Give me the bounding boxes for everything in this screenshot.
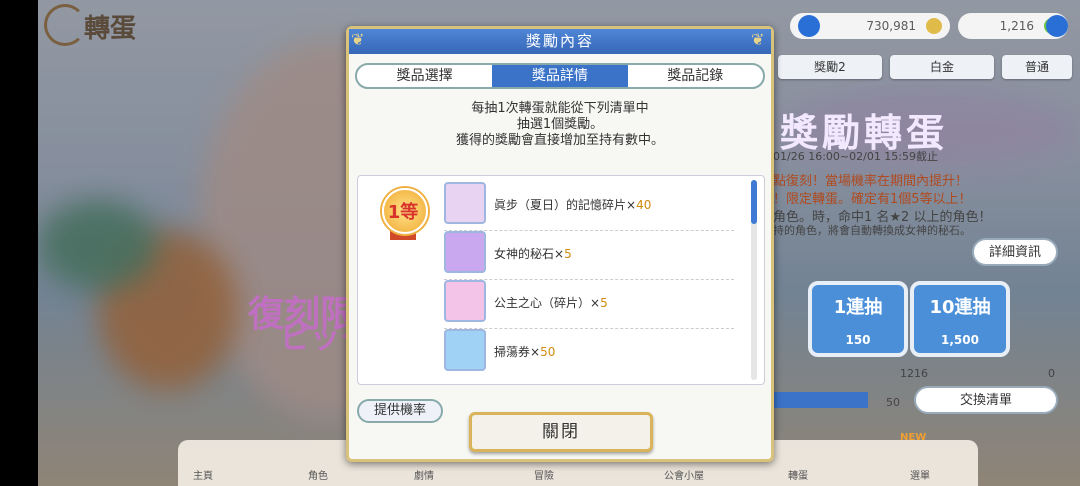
jewel-add-button[interactable] xyxy=(1046,15,1068,37)
nav-home[interactable]: 主頁 xyxy=(193,467,213,482)
item-qty: 50 xyxy=(540,345,556,359)
banner-tab-reward2[interactable]: 獎勵2 xyxy=(778,55,882,79)
description-line-3: 獲得的獎勵會直接增加至持有數中。 xyxy=(455,133,664,148)
info-line-4: 持的角色，將會自動轉換成女神的秘石。 xyxy=(773,224,971,237)
exchange-list-button[interactable]: 交換清單 xyxy=(914,386,1058,414)
item-name: 女神的秘石 xyxy=(494,247,555,261)
item-qty: 5 xyxy=(564,247,572,261)
nav-guild-house[interactable]: 公會小屋 xyxy=(664,467,704,482)
new-badge: NEW xyxy=(900,432,927,443)
item-qty: 5 xyxy=(600,296,608,310)
jewel-value: 1,216 xyxy=(999,19,1034,33)
list-item: 女神的秘石×5 xyxy=(444,231,744,280)
gauge-bar xyxy=(773,392,868,408)
gacha-logo-icon xyxy=(44,4,86,46)
item-label: 掃蕩券×50 xyxy=(494,343,555,360)
item-label: 公主之心（碎片）×5 xyxy=(494,294,608,311)
nav-adventure[interactable]: 冒險 xyxy=(534,467,554,482)
ornament-right-icon: ❦ xyxy=(751,30,765,49)
scrollbar-thumb[interactable] xyxy=(751,180,757,224)
memory-shard-icon xyxy=(444,182,486,224)
rank-1-badge: 1等 xyxy=(376,182,430,240)
info-line-2: ！限定轉蛋。確定有1個5等以上！ xyxy=(773,192,972,207)
banner-tab-platinum[interactable]: 白金 xyxy=(890,55,994,79)
close-button[interactable]: 關閉 xyxy=(469,412,653,452)
list-scrollbar[interactable] xyxy=(751,180,757,380)
jewel-stock: 1216 xyxy=(900,367,928,380)
item-name: 眞步（夏日）的記憶碎片 xyxy=(494,198,627,212)
tab-prize-details[interactable]: 獎品詳情 xyxy=(492,65,628,87)
draw-10-button[interactable]: 10連抽 1,500 xyxy=(910,281,1010,357)
divine-amulet-icon xyxy=(444,231,486,273)
list-item: 眞步（夏日）的記憶碎片×40 xyxy=(444,182,744,231)
dialog-title: 獎勵內容 xyxy=(525,32,594,50)
nav-gacha[interactable]: 轉蛋 xyxy=(788,467,808,482)
item-name: 掃蕩券 xyxy=(494,345,531,359)
screen-title: 轉蛋 xyxy=(84,14,137,44)
info-line-1: 點復刻！當場機率在期間內提升！ xyxy=(773,174,969,189)
sweep-ticket-icon xyxy=(444,329,486,371)
detail-info-button[interactable]: 詳細資訊 xyxy=(972,238,1058,266)
gauge-value: 50 xyxy=(886,396,900,409)
coin-value: 730,981 xyxy=(866,19,916,33)
list-item: 公主之心（碎片）×5 xyxy=(444,280,744,329)
reward-dialog: 獎勵內容 ❦ ❦ 獎品選擇 獎品詳情 獎品記錄 每抽1次轉蛋就能從下列清單中 抽… xyxy=(346,26,774,462)
dialog-description: 每抽1次轉蛋就能從下列清單中 抽選1個獎勵。 獲得的獎勵會直接增加至持有數中。 xyxy=(349,101,771,149)
item-times: × xyxy=(554,247,565,261)
item-label: 眞步（夏日）的記憶碎片×40 xyxy=(494,196,651,213)
coin-add-button[interactable] xyxy=(798,15,820,37)
princess-heart-icon xyxy=(444,280,486,322)
nav-story[interactable]: 劇情 xyxy=(414,467,434,482)
item-label: 女神的秘石×5 xyxy=(494,245,572,262)
banner-tab-normal[interactable]: 普通 xyxy=(1002,55,1072,79)
item-times: × xyxy=(590,296,601,310)
draw-10-label: 10連抽 xyxy=(929,297,991,318)
tab-prize-history[interactable]: 獎品記錄 xyxy=(628,65,763,87)
item-times: × xyxy=(626,198,637,212)
stock-zero: 0 xyxy=(1048,367,1055,380)
coin-icon xyxy=(926,18,942,34)
dialog-tabs: 獎品選擇 獎品詳情 獎品記錄 xyxy=(355,63,765,89)
draw-1-label: 1連抽 xyxy=(833,297,883,318)
item-times: × xyxy=(530,345,541,359)
draw-1-button[interactable]: 1連抽 150 xyxy=(808,281,908,357)
description-line-2: 抽選1個獎勵。 xyxy=(516,117,604,132)
provided-odds-button[interactable]: 提供機率 xyxy=(357,399,443,423)
draw-10-cost: 1,500 xyxy=(941,333,979,347)
list-item: 掃蕩券×50 xyxy=(444,329,744,373)
dialog-header: 獎勵內容 xyxy=(349,29,771,54)
nav-characters[interactable]: 角色 xyxy=(308,467,328,482)
description-line-1: 每抽1次轉蛋就能從下列清單中 xyxy=(471,101,649,116)
ornament-left-icon: ❦ xyxy=(351,30,365,49)
item-name: 公主之心（碎片） xyxy=(494,296,591,310)
reward-list[interactable]: 1等 眞步（夏日）的記憶碎片×40 女神的秘石×5 公主之心（碎片）×5 掃蕩券… xyxy=(357,175,765,385)
nav-menu[interactable]: 選單 xyxy=(910,467,930,482)
rank-label: 1等 xyxy=(387,202,419,223)
item-qty: 40 xyxy=(636,198,652,212)
tab-prize-selection[interactable]: 獎品選擇 xyxy=(357,65,492,87)
banner-date: 01/26 16:00~02/01 15:59截止 xyxy=(773,150,939,163)
draw-1-cost: 150 xyxy=(845,333,871,347)
